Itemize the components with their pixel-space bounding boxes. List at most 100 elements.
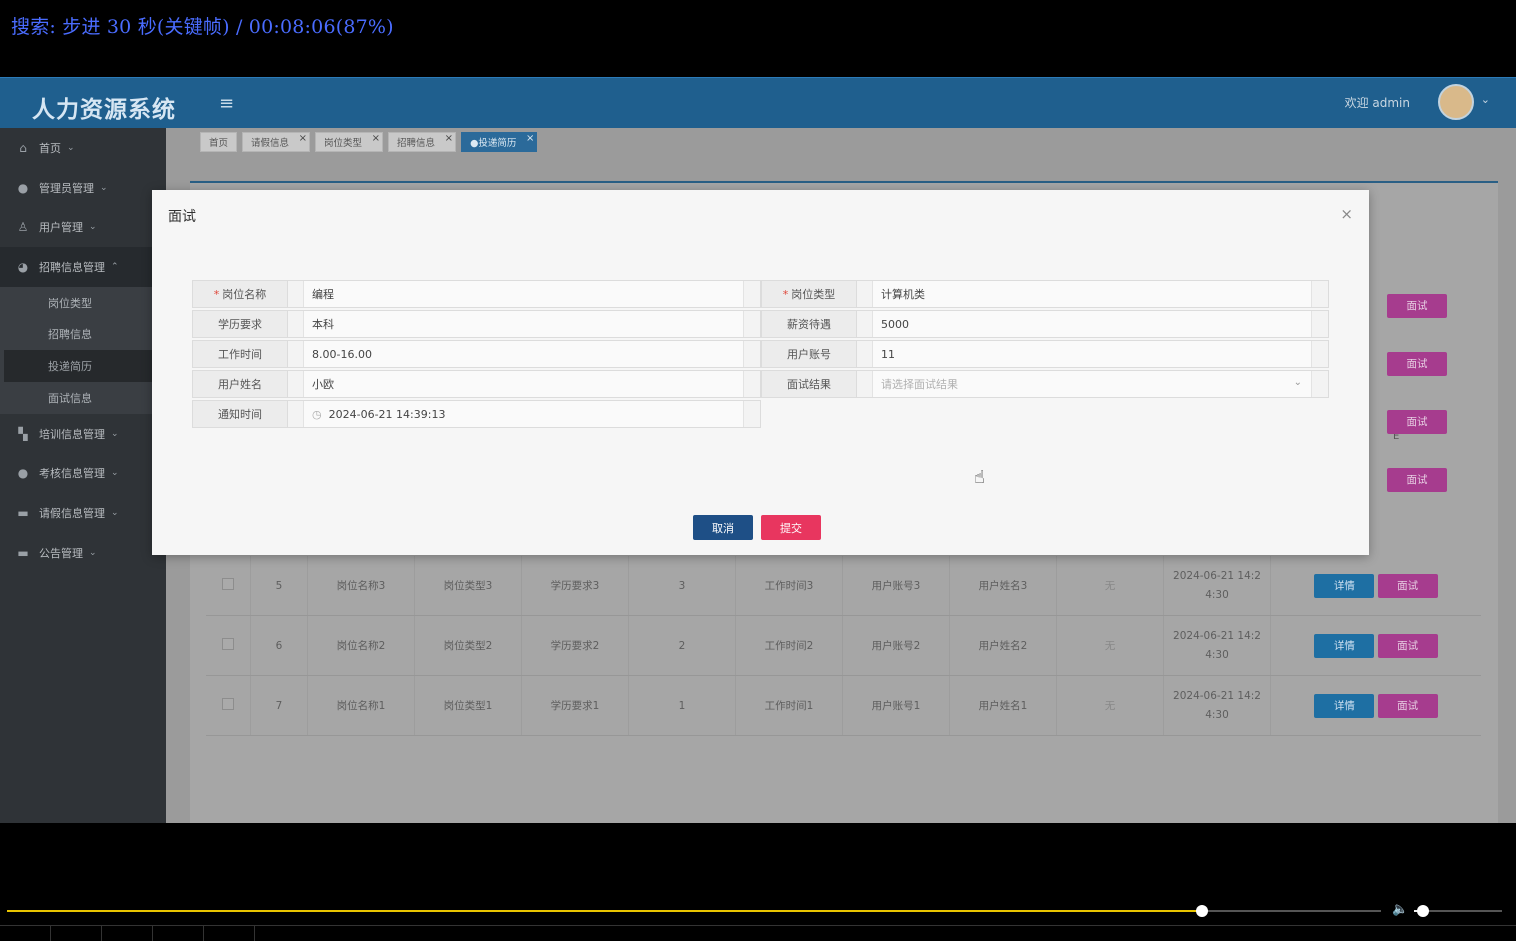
chevron-down-icon: ⌄: [1293, 377, 1302, 388]
avatar[interactable]: [1438, 84, 1474, 120]
modal-title: 面试: [168, 209, 196, 225]
close-icon[interactable]: ×: [299, 133, 307, 144]
tab-recruit-info[interactable]: 招聘信息 ×: [388, 132, 457, 152]
chevron-down-icon: ⌄: [111, 468, 119, 479]
detail-button[interactable]: 详情: [1314, 693, 1375, 718]
sidebar-item-training[interactable]: ▚ 培训信息管理 ⌄: [0, 414, 166, 454]
interview-modal: 面试 × * 岗位名称 编程 * 岗位类型 计算机类 学历要求 本科 薪资待遇 50…: [152, 190, 1369, 555]
user-name-input[interactable]: 小欧: [303, 371, 744, 397]
sidebar-item-notice[interactable]: ▬ 公告管理 ⌄: [0, 533, 166, 573]
notice-time-picker[interactable]: ◷ 2024-06-21 14:39:13: [303, 401, 744, 427]
notice-time-value: 2024-06-21 14:39:13: [328, 407, 446, 421]
cell-position-name: 岗位名称1: [307, 675, 415, 736]
close-icon[interactable]: ×: [1340, 205, 1353, 223]
sidebar-item-admin[interactable]: ● 管理员管理 ⌄: [0, 168, 166, 208]
recruit-submenu: 岗位类型 招聘信息 投递简历 面试信息: [0, 286, 166, 414]
tab-label: 请假信息: [251, 138, 290, 149]
seek-progress: [7, 910, 1203, 912]
detail-button[interactable]: 详情: [1314, 573, 1375, 598]
work-time-input[interactable]: 8.00-16.00: [303, 341, 744, 367]
cell-id: 5: [250, 556, 308, 616]
sidebar-item-label: 培训信息管理: [39, 427, 105, 441]
sidebar-item-leave[interactable]: ▬ 请假信息管理 ⌄: [0, 493, 166, 533]
sidebar-item-assessment[interactable]: ● 考核信息管理 ⌄: [0, 454, 166, 494]
app-header: 人力资源系统 ≡ 欢迎 admin ⌄: [0, 77, 1516, 129]
position-type-input[interactable]: 计算机类: [872, 281, 1312, 307]
submenu-recruit-info[interactable]: 招聘信息: [4, 319, 166, 351]
volume-handle[interactable]: [1416, 905, 1429, 917]
cell-work-time: 工作时间2: [735, 615, 843, 676]
field-position-name: * 岗位名称 编程: [192, 280, 761, 308]
cell-user-name: 用户姓名3: [949, 556, 1057, 616]
date-part: 2024-06-21 14:2: [1173, 689, 1261, 702]
submenu-resume[interactable]: 投递简历: [4, 350, 166, 383]
chevron-down-icon: ⌄: [100, 182, 108, 193]
salary-input[interactable]: 5000: [872, 311, 1312, 337]
app-brand: 人力资源系统: [32, 97, 176, 123]
interview-button[interactable]: 面试: [1387, 294, 1447, 318]
chevron-down-icon[interactable]: ⌄: [1481, 93, 1490, 106]
field-position-type: * 岗位类型 计算机类: [761, 280, 1329, 308]
cell-actions: 详情 面试: [1270, 556, 1481, 616]
detail-button[interactable]: 详情: [1314, 633, 1375, 658]
submenu-position-type[interactable]: 岗位类型: [4, 287, 166, 319]
training-icon: ▚: [18, 426, 28, 441]
cell-date: 2024-06-21 14:2 4:30: [1163, 675, 1271, 736]
interview-button[interactable]: 面试: [1387, 352, 1447, 376]
tab-leave[interactable]: 请假信息 ×: [242, 132, 311, 152]
home-icon: ⌂: [19, 140, 27, 155]
row-checkbox[interactable]: [222, 578, 234, 590]
interview-button[interactable]: 面试: [1387, 410, 1447, 434]
cell-salary: 3: [628, 556, 736, 616]
cell-work-time: 工作时间3: [735, 556, 843, 616]
clock-icon: ◷: [312, 407, 322, 421]
position-name-input[interactable]: 编程: [303, 281, 744, 307]
close-icon[interactable]: ×: [372, 133, 380, 144]
cell-user-name: 用户姓名1: [949, 675, 1057, 736]
row-checkbox[interactable]: [222, 698, 234, 710]
education-input[interactable]: 本科: [303, 311, 744, 337]
close-icon[interactable]: ×: [526, 133, 534, 144]
required-mark: *: [213, 287, 220, 301]
tab-label: ●投递简历: [470, 138, 517, 149]
field-work-time: 工作时间 8.00-16.00: [192, 340, 761, 368]
interview-result-select[interactable]: 请选择面试结果 ⌄: [872, 371, 1312, 397]
sidebar-item-label: 管理员管理: [39, 181, 94, 195]
volume-slider[interactable]: [1414, 905, 1502, 917]
interview-button[interactable]: 面试: [1387, 468, 1447, 492]
tab-label: 招聘信息: [397, 138, 436, 149]
close-icon[interactable]: ×: [445, 133, 453, 144]
cell-actions: 详情 面试: [1270, 615, 1481, 676]
cell-actions: 详情 面试: [1270, 675, 1481, 736]
cell-status: 无: [1056, 675, 1164, 736]
assessment-icon: ●: [17, 466, 29, 481]
field-interview-result: 面试结果 请选择面试结果 ⌄: [761, 370, 1329, 398]
sidebar-item-recruit[interactable]: ◕ 招聘信息管理 ⌃: [0, 247, 166, 287]
field-user-account: 用户账号 11: [761, 340, 1329, 368]
submit-button[interactable]: 提交: [761, 515, 821, 540]
submenu-interview-info[interactable]: 面试信息: [4, 382, 166, 414]
field-label: * 岗位类型: [762, 281, 857, 307]
resume-table: 5 岗位名称3 岗位类型3 学历要求3 3 工作时间3 用户账号3 用户姓名3 …: [206, 556, 1481, 736]
tab-home[interactable]: 首页: [200, 132, 238, 152]
seek-handle[interactable]: [1196, 905, 1209, 917]
row-checkbox[interactable]: [222, 638, 234, 650]
seek-bar[interactable]: [7, 905, 1381, 917]
interview-button[interactable]: 面试: [1377, 633, 1438, 658]
chevron-up-icon: ⌃: [111, 261, 119, 272]
sidebar-item-home[interactable]: ⌂ 首页 ⌄: [0, 128, 166, 168]
chevron-down-icon: ⌄: [111, 428, 119, 439]
interview-button[interactable]: 面试: [1377, 693, 1438, 718]
cancel-button[interactable]: 取消: [693, 515, 753, 540]
volume-icon[interactable]: 🔈: [1392, 902, 1408, 917]
field-label: * 岗位名称: [193, 281, 288, 307]
menu-toggle-icon[interactable]: ≡: [219, 93, 234, 114]
sidebar-item-users[interactable]: ♙ 用户管理 ⌄: [0, 207, 166, 247]
tab-resume[interactable]: ●投递简历 ×: [461, 132, 538, 152]
chevron-down-icon: ⌄: [89, 222, 97, 233]
admin-icon: ●: [17, 180, 29, 195]
tab-position-type[interactable]: 岗位类型 ×: [315, 132, 384, 152]
user-account-input[interactable]: 11: [872, 341, 1312, 367]
chevron-down-icon: ⌄: [111, 508, 119, 519]
interview-button[interactable]: 面试: [1377, 573, 1438, 598]
